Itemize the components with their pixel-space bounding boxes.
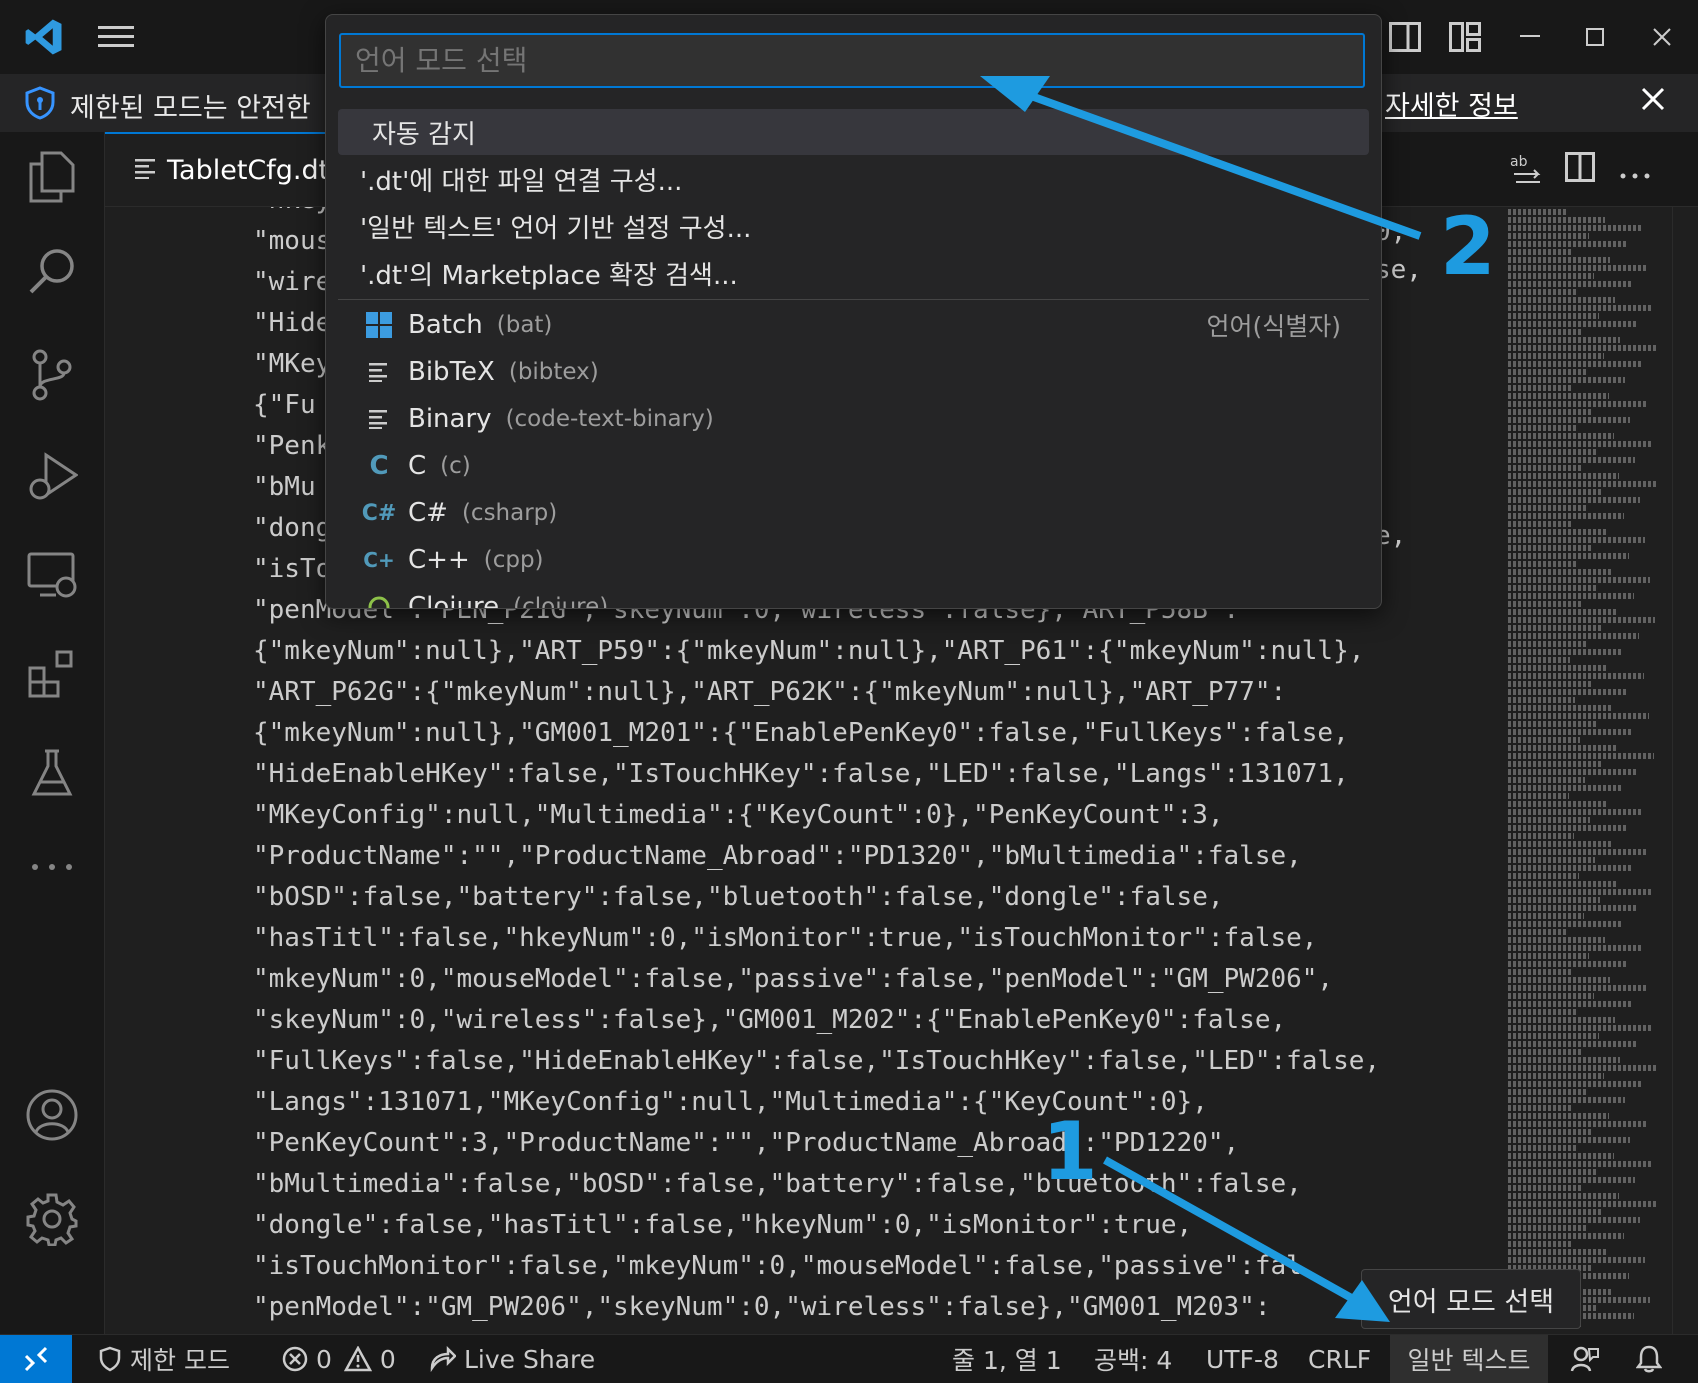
language-mode-button[interactable]: 일반 텍스트 [1390,1335,1548,1383]
notifications-bell-icon[interactable] [1636,1335,1662,1383]
feedback-icon[interactable] [1570,1335,1600,1383]
problems-indicator[interactable]: 0 0 [282,1335,396,1383]
error-count: 0 [316,1344,332,1374]
error-icon [282,1346,308,1372]
step-1-label: 1 [1042,1105,1098,1198]
arrow-1-line [1103,1156,1357,1304]
restricted-mode-indicator[interactable]: 제한 모드 [98,1335,230,1383]
remote-icon [24,1346,48,1372]
warning-icon [343,1346,372,1372]
arrow-2-head [980,76,1050,112]
live-share-button[interactable]: Live Share [428,1335,595,1383]
live-share-label: Live Share [464,1344,596,1374]
status-bar: 제한 모드 0 0 Live Share 줄 1, 열 1 공백: 4 UTF-… [0,1334,1698,1383]
arrow-1-head [1335,1280,1390,1322]
remote-indicator[interactable] [0,1335,72,1383]
step-2-label: 2 [1440,200,1496,293]
restricted-label: 제한 모드 [130,1346,230,1375]
live-share-icon [430,1346,456,1372]
cursor-position[interactable]: 줄 1, 열 1 [952,1335,1062,1383]
shield-icon [99,1346,121,1372]
encoding[interactable]: UTF-8 [1206,1335,1279,1383]
indentation[interactable]: 공백: 4 [1094,1335,1172,1383]
end-of-line[interactable]: CRLF [1308,1335,1371,1383]
warning-count: 0 [379,1344,396,1374]
arrow-2-line [1018,88,1422,240]
